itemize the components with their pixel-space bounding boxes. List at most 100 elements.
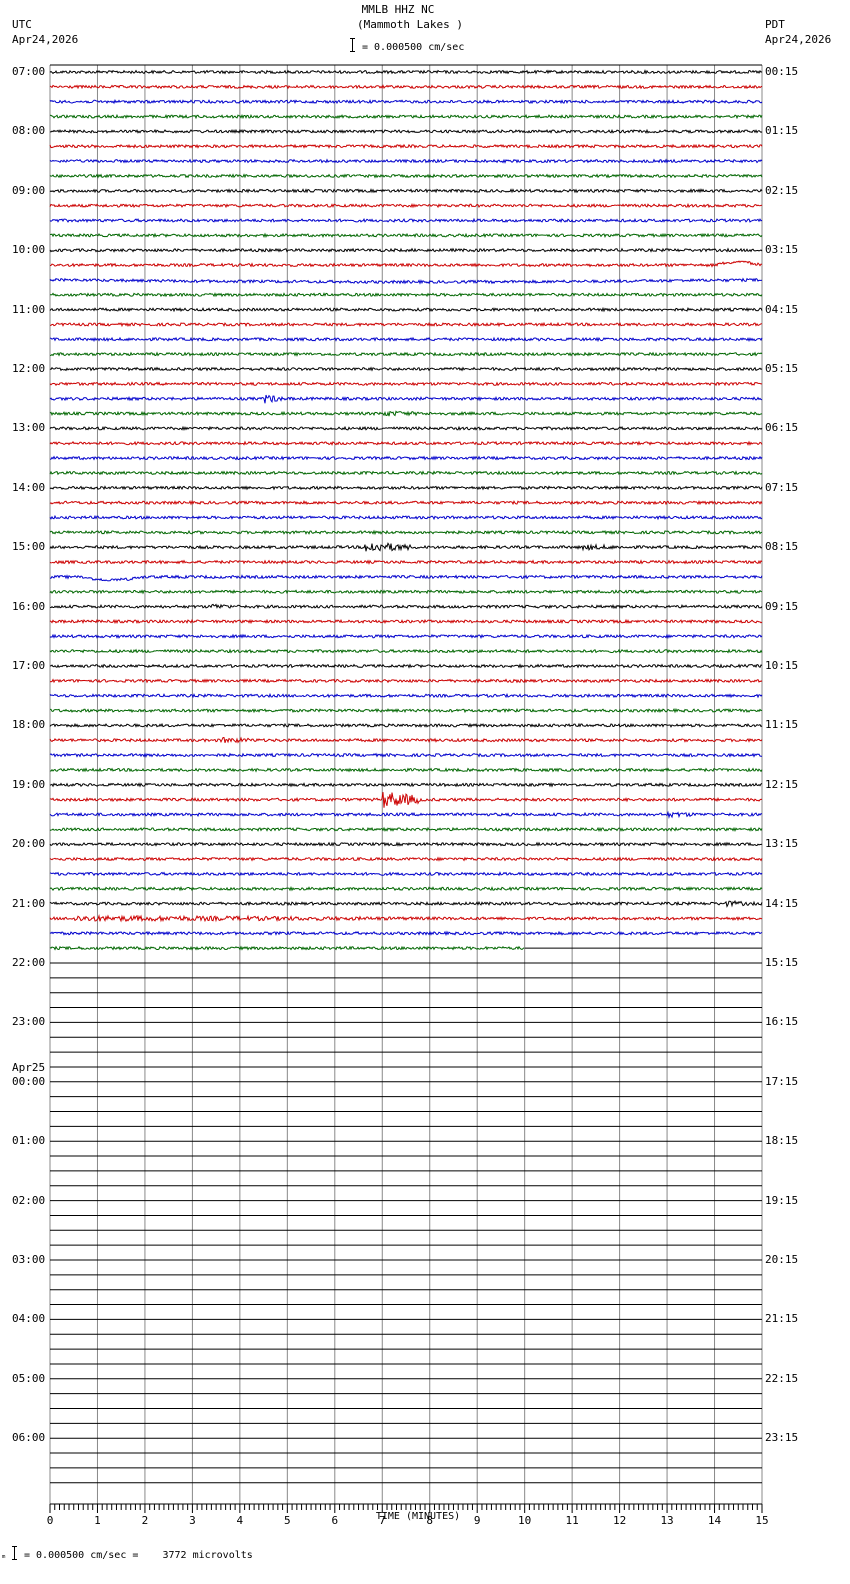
seismic-trace [49,559,763,565]
pdt-time-label: 20:15 [765,1253,799,1266]
seismic-trace [49,366,763,372]
x-tick-label: 15 [755,1514,769,1527]
seismic-trace [49,69,763,75]
utc-hour-label: 10:00 [12,243,46,257]
utc-hour-label: 15:00 [12,540,46,554]
x-tick-label: 12 [612,1514,627,1527]
seismic-trace [49,143,763,149]
seismic-trace [50,351,763,357]
utc-hour-label: 22:00 [12,956,46,969]
utc-hour-label: 20:00 [12,837,46,851]
footer-scale-bar-icon [12,1546,20,1560]
utc-hour-label: 02:00 [12,1193,46,1207]
utc-hour-label: 04:00 [12,1312,46,1326]
utc-hour-label: 11:00 [12,302,46,316]
utc-hour-label: 08:00 [12,124,46,138]
seismic-trace [49,574,763,582]
seismic-trace [49,841,763,847]
utc-hour-label: 23:00 [12,1015,46,1029]
seismic-trace [49,173,763,179]
utc-hour-label: 12:00 [12,362,46,375]
x-axis-label: TIME (MINUTES) [375,1511,461,1522]
utc-hour-label: 19:00 [12,777,46,791]
pdt-time-label: 09:15 [765,599,799,613]
seismic-trace [49,722,763,728]
pdt-time-label: 10:15 [765,659,799,672]
seismic-trace [49,871,763,877]
seismic-trace [49,899,763,908]
seismic-trace [49,767,763,773]
pdt-time-label: 08:15 [765,540,799,554]
utc-hour-label: 18:00 [12,718,46,732]
seismic-trace [49,633,763,639]
seismic-trace [49,782,763,788]
pdt-time-label: 14:15 [765,896,799,910]
seismic-trace [49,810,763,820]
x-tick-label: 5 [284,1514,291,1527]
seismic-trace [49,277,763,285]
seismic-trace [49,529,762,536]
utc-hour-label: 07:00 [12,65,46,78]
x-tick-label: 1 [94,1514,101,1527]
x-tick-label: 11 [565,1514,579,1527]
seismic-trace [49,336,763,343]
seismic-trace [49,485,763,491]
pdt-time-label: 12:15 [765,777,799,791]
seismic-trace [49,128,763,134]
pdt-time-label: 06:15 [765,421,799,435]
pdt-time-label: 01:15 [765,124,799,138]
utc-hour-label: 14:00 [12,480,46,494]
pdt-time-label: 13:15 [765,837,799,851]
seismic-trace [49,440,763,446]
seismic-trace [50,663,763,669]
pdt-time-label: 21:15 [765,1312,799,1326]
seismic-trace [49,321,763,328]
seismic-trace [49,470,763,476]
seismic-trace [49,589,763,595]
seismic-trace [49,648,763,654]
x-tick-label: 3 [189,1514,196,1527]
x-tick-label: 13 [660,1514,674,1527]
pdt-time-label: 05:15 [765,362,799,375]
seismic-trace [49,98,763,105]
seismic-trace [49,792,763,808]
pdt-time-label: 16:15 [765,1015,799,1029]
seismic-trace [49,381,762,387]
left-date-label: Apr25 [12,1060,46,1074]
seismic-trace [49,306,763,313]
seismic-trace [49,514,763,521]
x-tick-label: 0 [46,1514,54,1527]
seismic-trace [49,930,763,937]
seismic-trace [49,410,763,417]
x-tick-label: 9 [473,1514,481,1527]
x-tick-label: 14 [707,1514,722,1527]
seismic-trace [49,394,763,404]
pdt-time-label: 11:15 [765,718,799,732]
seismic-trace [49,678,763,684]
seismic-trace [49,455,763,461]
pdt-time-label: 15:15 [765,956,799,969]
utc-hour-label: 06:00 [12,1431,46,1445]
seismic-trace [49,752,763,758]
pdt-time-label: 23:15 [765,1431,799,1445]
seismic-trace [49,856,763,862]
seismic-trace [49,84,763,90]
utc-hour-label: 21:00 [12,896,46,910]
seismic-trace [49,499,763,506]
utc-hour-label: 01:00 [12,1134,46,1148]
seismogram-plot [49,64,763,1513]
seismic-trace [49,260,763,268]
pdt-time-label: 19:15 [765,1193,799,1207]
utc-hour-label: 03:00 [12,1253,46,1266]
seismic-trace [49,603,763,610]
seismic-trace [49,158,763,164]
seismic-trace [49,202,763,209]
seismic-trace [50,292,763,298]
footer-scale-text: = 0.000500 cm/sec = 3772 microvolts [24,1550,253,1561]
pdt-time-label: 00:15 [765,65,799,78]
seismic-trace [49,542,763,552]
pdt-time-label: 04:15 [765,302,799,316]
x-tick-label: 6 [331,1514,339,1527]
pdt-time-label: 07:15 [765,480,799,494]
helicorder-page: MMLB HHZ NC (Mammoth Lakes ) UTC Apr24,2… [0,0,850,1584]
